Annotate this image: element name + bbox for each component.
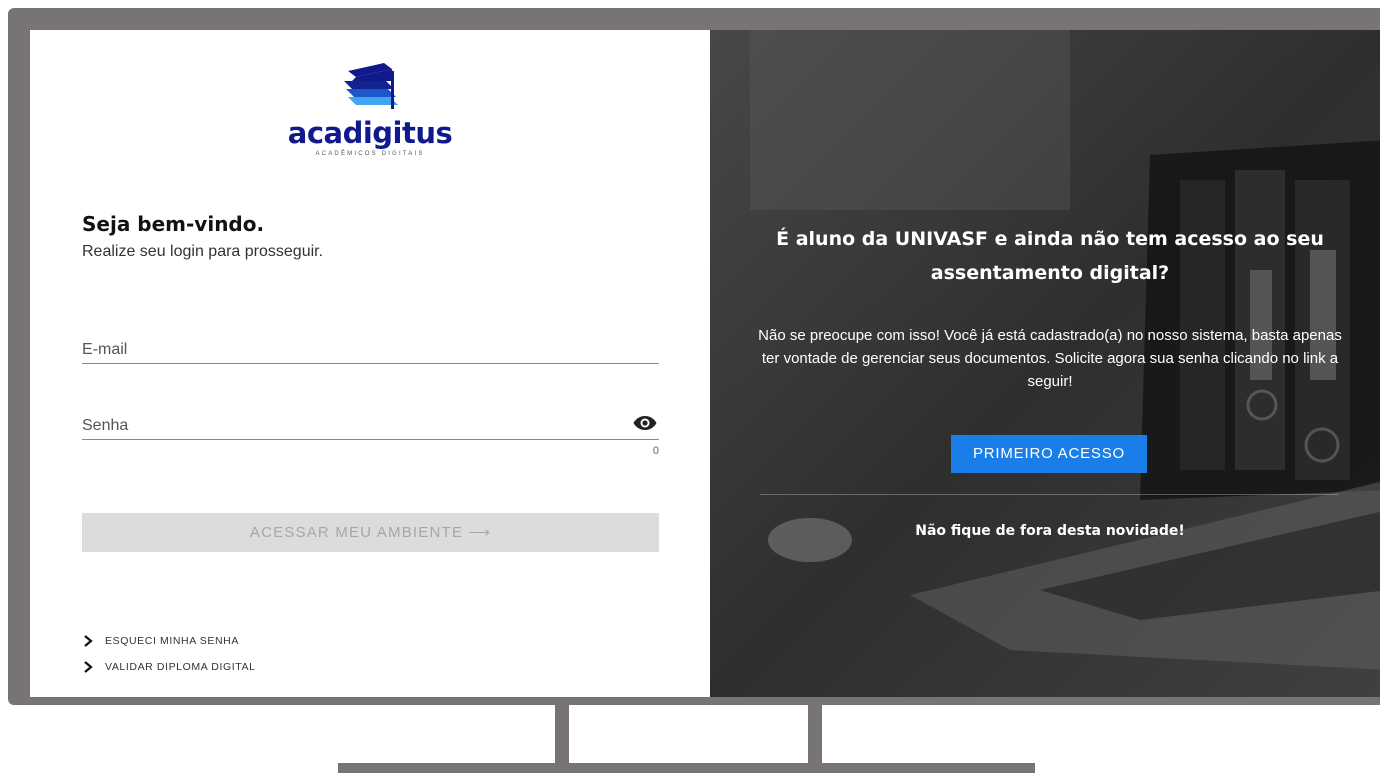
monitor-screen: acadigitus ACADÊMICOS DIGITAIS Seja bem-…	[30, 30, 1380, 697]
first-access-button[interactable]: PRIMEIRO ACESSO	[951, 435, 1147, 473]
brand-name: acadigitus	[287, 116, 453, 150]
forgot-password-label: ESQUECI MINHA SENHA	[105, 635, 239, 647]
promo-panel: É aluno da UNIVASF e ainda não tem acess…	[710, 30, 1380, 697]
promo-footer: Não fique de fora desta novidade!	[915, 523, 1185, 539]
login-panel: acadigitus ACADÊMICOS DIGITAIS Seja bem-…	[30, 30, 710, 697]
promo-text: Não se preocupe com isso! Você já está c…	[758, 327, 1342, 390]
password-field-wrapper	[82, 400, 659, 440]
welcome-title: Seja bem-vindo.	[82, 212, 265, 236]
forgot-password-link[interactable]: ESQUECI MINHA SENHA	[82, 635, 239, 647]
monitor-frame: acadigitus ACADÊMICOS DIGITAIS Seja bem-…	[8, 8, 1380, 705]
brand-tagline: ACADÊMICOS DIGITAIS	[315, 151, 425, 157]
brand-logo: acadigitus ACADÊMICOS DIGITAIS	[280, 57, 460, 177]
promo-divider	[760, 494, 1338, 495]
password-field[interactable]	[82, 417, 622, 435]
validate-diploma-link[interactable]: VALIDAR DIPLOMA DIGITAL	[82, 661, 256, 673]
email-field[interactable]	[82, 341, 622, 359]
email-field-wrapper	[82, 324, 659, 364]
monitor-stand-base	[338, 763, 1035, 773]
monitor-stand-left-leg	[555, 705, 569, 763]
chevron-right-icon	[84, 661, 93, 673]
validate-diploma-label: VALIDAR DIPLOMA DIGITAL	[105, 661, 256, 673]
welcome-subtitle: Realize seu login para prosseguir.	[82, 243, 324, 260]
password-char-counter: 0	[652, 445, 659, 457]
access-environment-button[interactable]: ACESSAR MEU AMBIENTE ⟶	[82, 513, 659, 552]
monitor-stand-right-leg	[808, 705, 822, 763]
eye-icon[interactable]	[633, 415, 657, 431]
graduation-cap-logo-icon	[344, 63, 398, 109]
promo-title: É aluno da UNIVASF e ainda não tem acess…	[776, 228, 1324, 284]
chevron-right-icon	[84, 635, 93, 647]
